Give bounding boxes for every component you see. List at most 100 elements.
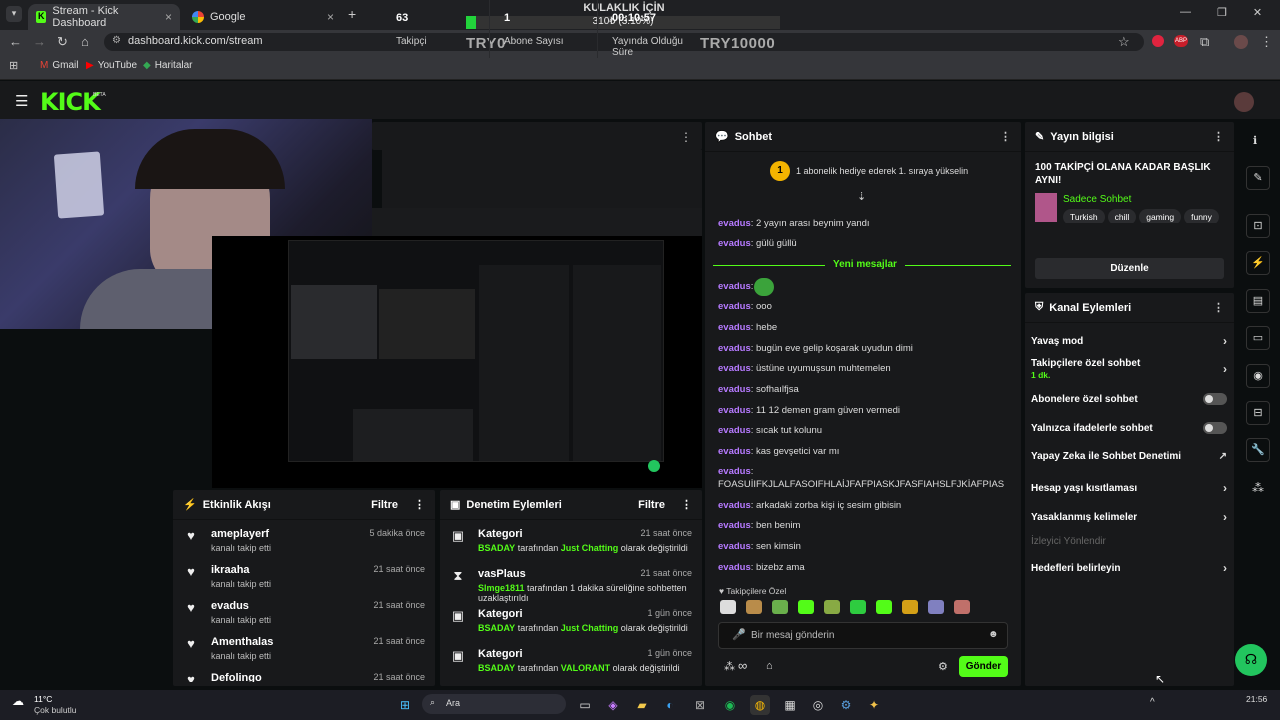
wrench-tool-icon[interactable]: 🔧 xyxy=(1246,438,1270,462)
send-button[interactable]: Gönder xyxy=(959,656,1008,677)
chat-tool-icon[interactable]: ▭ xyxy=(1246,326,1270,350)
maximize-icon[interactable]: ❐ xyxy=(1217,6,1227,19)
chat-username[interactable]: evadus xyxy=(718,425,751,436)
minimize-icon[interactable]: — xyxy=(1180,6,1191,19)
stream-tag[interactable]: funny xyxy=(1184,209,1219,223)
chevron-right-icon[interactable]: › xyxy=(1223,481,1227,495)
emote-icon[interactable] xyxy=(824,600,840,614)
layout-tool-icon[interactable]: ⊟ xyxy=(1246,401,1270,425)
chat-username[interactable]: evadus xyxy=(718,343,751,354)
moderation-actor[interactable]: BSADAY xyxy=(478,543,515,553)
channel-action-1[interactable]: Yavaş mod › xyxy=(1031,334,1227,348)
activity-item[interactable]: ♥ evadus kanalı takip etti 21 saat önce xyxy=(173,594,435,630)
reload-icon[interactable]: ↻ xyxy=(57,34,68,50)
activity-menu-icon[interactable]: ⋮ xyxy=(414,498,425,511)
bookmark-star-icon[interactable]: ☆ xyxy=(1118,34,1130,50)
emote-icon[interactable] xyxy=(928,600,944,614)
activity-item[interactable]: ♥ Defolingo 21 saat önce xyxy=(173,666,435,682)
chevron-right-icon[interactable]: › xyxy=(1223,334,1227,348)
emote-icon[interactable] xyxy=(954,600,970,614)
emote-icon[interactable] xyxy=(850,600,866,614)
toggle-switch[interactable] xyxy=(1203,393,1227,405)
stream-tag[interactable]: gaming xyxy=(1139,209,1182,223)
moderation-item[interactable]: ▣ Kategori 1 gün önce BSADAY tarafından Jus… xyxy=(440,602,702,642)
close-window-icon[interactable]: ✕ xyxy=(1253,6,1262,19)
lightning-tool-icon[interactable]: ⚡ xyxy=(1246,251,1270,275)
chevron-right-icon[interactable]: › xyxy=(1223,510,1227,524)
back-icon[interactable]: ← xyxy=(9,34,22,49)
channel-action-2[interactable]: Takipçilere özel sohbet 1 dk. › xyxy=(1031,358,1227,380)
steam-icon[interactable]: ⚙ xyxy=(836,695,856,715)
chat-username[interactable]: evadus xyxy=(718,562,751,573)
chat-username[interactable]: evadus xyxy=(718,238,751,249)
activity-item[interactable]: ♥ ameplayerf kanalı takip etti 5 dakika önc… xyxy=(173,522,435,558)
home-icon[interactable]: ⌂ xyxy=(81,34,89,49)
collapse-banner-icon[interactable]: ⇣ xyxy=(857,190,866,203)
emote-icon[interactable] xyxy=(772,600,788,614)
hamburger-menu-icon[interactable]: ☰ xyxy=(15,92,28,110)
stats-menu-icon[interactable]: ⋮ xyxy=(680,130,692,144)
emote-icon[interactable] xyxy=(876,600,892,614)
site-info-icon[interactable]: ⚙ xyxy=(112,35,121,46)
activity-username[interactable]: ameplayerf xyxy=(211,528,271,540)
emote-icon[interactable] xyxy=(720,600,736,614)
activity-username[interactable]: evadus xyxy=(211,600,271,612)
scan-tool-icon[interactable]: ⊡ xyxy=(1246,214,1270,238)
chat-input[interactable]: Bir mesaj gönderin xyxy=(718,622,1008,649)
task-view-icon[interactable]: ▭ xyxy=(575,695,595,715)
user-avatar[interactable] xyxy=(1234,92,1254,112)
stream-tag[interactable]: chill xyxy=(1107,209,1137,223)
gift-sub-banner[interactable]: 1 abonelik hediye ederek 1. sıraya yükse… xyxy=(796,166,968,176)
document-tool-icon[interactable]: ▤ xyxy=(1246,289,1270,313)
emote-icon[interactable] xyxy=(902,600,918,614)
add-widget-icon[interactable]: ⁂ xyxy=(1252,481,1264,495)
spotify-icon[interactable]: ◉ xyxy=(720,695,740,715)
chat-username[interactable]: evadus xyxy=(718,322,751,333)
chat-username[interactable]: evadus xyxy=(718,541,751,552)
bookmark-youtube[interactable]: ▶ YouTube xyxy=(86,60,137,71)
moderation-menu-icon[interactable]: ⋮ xyxy=(681,498,692,511)
tab-search-button[interactable]: ▾ xyxy=(6,6,22,22)
windows-start-icon[interactable]: ⊞ xyxy=(395,695,415,715)
moderation-actor[interactable]: Slmge1811 xyxy=(478,583,525,593)
moderation-item[interactable]: ▣ Kategori 21 saat önce BSADAY tarafından J… xyxy=(440,522,702,562)
broadcast-tool-icon[interactable]: ◉ xyxy=(1246,364,1270,388)
close-tab-icon[interactable]: × xyxy=(165,10,172,24)
channel-action-9[interactable]: Hedefleri belirleyin › xyxy=(1031,561,1227,575)
chat-username[interactable]: evadus xyxy=(718,446,751,457)
profile-avatar[interactable] xyxy=(1234,35,1248,49)
moderation-item[interactable]: ▣ Kategori 1 gün önce BSADAY tarafından VAL… xyxy=(440,642,702,682)
chat-username[interactable]: evadus xyxy=(718,384,751,395)
forward-icon[interactable]: → xyxy=(33,34,46,49)
chat-username[interactable]: evadus xyxy=(718,500,751,511)
activity-item[interactable]: ♥ Amenthalas kanalı takip etti 21 saat önce xyxy=(173,630,435,666)
channel-action-5[interactable]: Yapay Zeka ile Sohbet Denetimi ↗ xyxy=(1031,451,1227,462)
moderation-filter-button[interactable]: Filtre xyxy=(638,499,665,511)
close-tab-icon[interactable]: × xyxy=(327,10,334,24)
chat-username[interactable]: evadus xyxy=(718,301,751,312)
emoji-icon[interactable]: ☻ xyxy=(988,629,999,640)
activity-username[interactable]: ikraaha xyxy=(211,564,271,576)
emote-icon[interactable] xyxy=(746,600,762,614)
edge-icon[interactable]: ◐ xyxy=(660,695,680,715)
activity-item[interactable]: ♥ ikraaha kanalı takip etti 21 saat önce xyxy=(173,558,435,594)
edit-stream-button[interactable]: Düzenle xyxy=(1035,258,1224,279)
app-icon-2[interactable]: ✦ xyxy=(864,695,884,715)
toggle-switch[interactable] xyxy=(1203,422,1227,434)
extensions-icon[interactable]: ⧉ xyxy=(1200,34,1209,50)
chat-settings-icon[interactable]: ⚙ xyxy=(938,660,948,673)
chat-username[interactable]: evadus xyxy=(718,281,751,292)
support-headset-icon[interactable]: ☊ xyxy=(1235,644,1267,676)
external-link-icon[interactable]: ↗ xyxy=(1219,451,1227,462)
channel-action-3[interactable]: Abonelere özel sohbet xyxy=(1031,393,1227,405)
infinity-icon[interactable]: ∞ xyxy=(738,658,747,673)
emote-icon[interactable] xyxy=(798,600,814,614)
chat-username[interactable]: evadus xyxy=(718,218,751,229)
tab-google[interactable]: Google × xyxy=(184,4,342,30)
moderation-actor[interactable]: BSADAY xyxy=(478,663,515,673)
bookmark-maps[interactable]: ◆ Haritalar xyxy=(143,60,193,71)
file-explorer-icon[interactable]: ▰ xyxy=(632,695,652,715)
activity-filter-button[interactable]: Filtre xyxy=(371,499,398,511)
adblock-extension-icon[interactable]: ABP xyxy=(1174,35,1188,47)
chrome-icon[interactable]: ◍ xyxy=(750,695,770,715)
